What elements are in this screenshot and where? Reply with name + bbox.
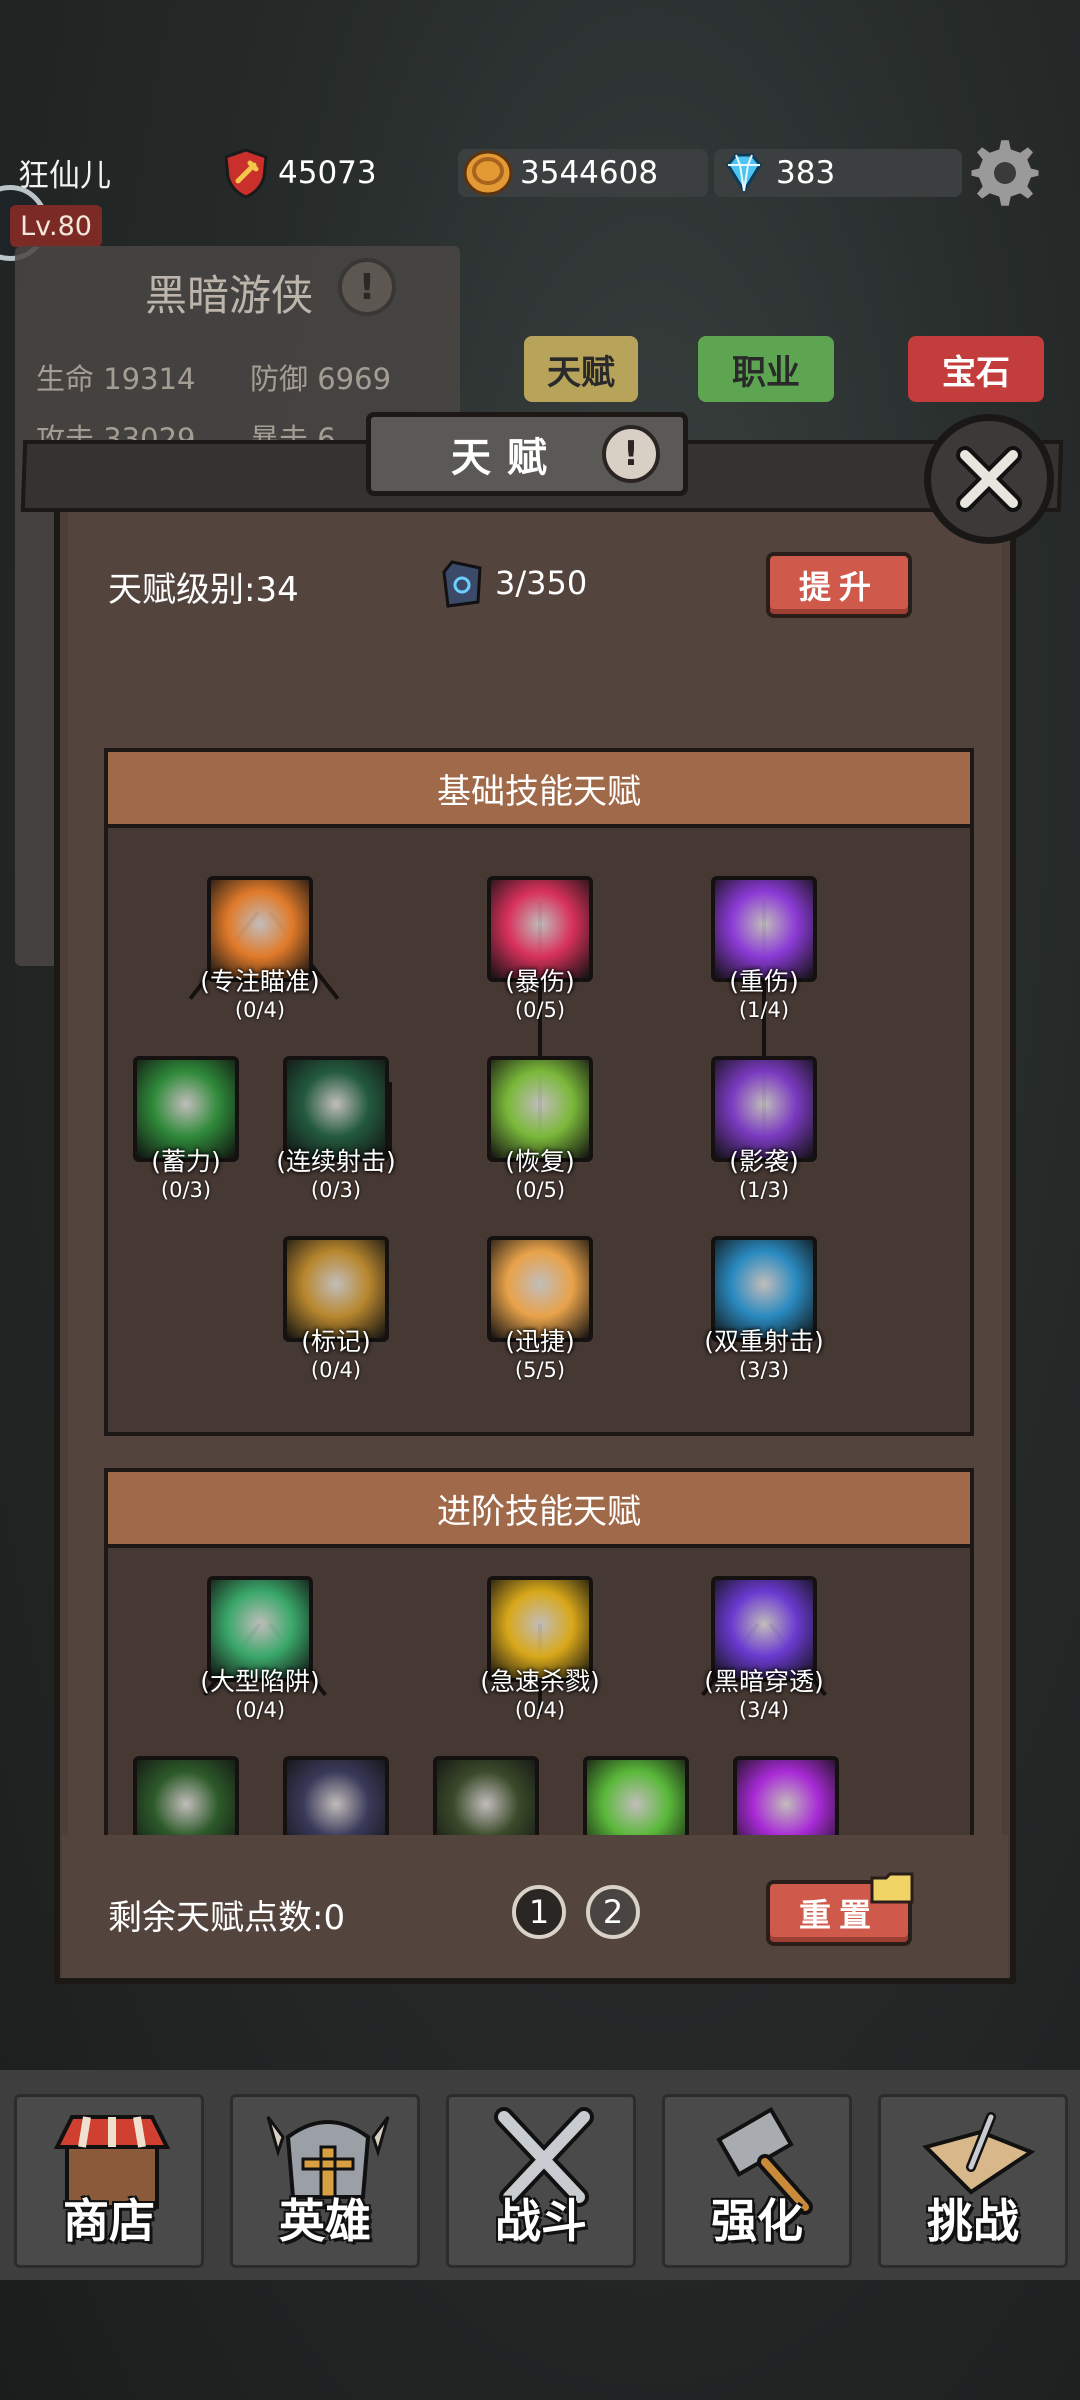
talent-node-count: (1/4) — [738, 998, 790, 1022]
talent-tree-scroll[interactable]: 基础技能天赋 (专注瞄准) (0/4) (暴伤) (0/5) (重伤) (1/4) (蓄力)… — [96, 730, 986, 1835]
top-bar: 狂仙儿 45073 3544608 383 — [0, 140, 1080, 210]
talent-node-count: (0/5) — [514, 1178, 566, 1202]
talent-shard-count: 3/350 — [495, 564, 588, 602]
hero-name: 黑暗游侠 — [145, 271, 314, 320]
nav-hero-label: 英雄 — [279, 2194, 371, 2248]
close-icon — [956, 446, 1022, 512]
player-name: 狂仙儿 — [18, 158, 111, 194]
gem-value: 383 — [776, 155, 836, 191]
basic-talent-section: 基础技能天赋 (专注瞄准) (0/4) (暴伤) (0/5) (重伤) (1/4) (蓄力)… — [104, 748, 974, 1436]
nav-shop[interactable]: 商店 — [14, 2094, 204, 2268]
coin-stat[interactable]: 3544608 — [458, 149, 708, 197]
tab-talent[interactable]: 天赋 — [524, 290, 638, 402]
talent-node-label: (黑暗穿透) — [704, 1667, 824, 1696]
nav-battle[interactable]: 战斗 — [446, 2094, 636, 2268]
remaining-points: 剩余天赋点数:0 — [108, 1898, 346, 1938]
talent-node-label: (标记) — [301, 1327, 371, 1356]
settings-gear-icon[interactable] — [970, 140, 1040, 210]
talent-node-label: (连续射击) — [276, 1147, 396, 1176]
talent-node-icon[interactable] — [733, 1756, 839, 1835]
talent-node-icon[interactable] — [283, 1756, 389, 1835]
hero-defense: 防御 6969 — [250, 362, 392, 396]
talent-node-count: (0/4) — [514, 1698, 566, 1722]
talent-node-count: (0/3) — [310, 1178, 362, 1202]
talent-node-count: (5/5) — [514, 1358, 566, 1382]
nav-upgrade[interactable]: 强化 — [662, 2094, 852, 2268]
basic-section-title: 基础技能天赋 — [108, 752, 970, 828]
talent-node-count: (0/4) — [234, 998, 286, 1022]
page-2-button[interactable]: 2 — [586, 1885, 640, 1939]
talent-node-icon[interactable] — [583, 1756, 689, 1835]
talent-node-count: (3/4) — [738, 1698, 790, 1722]
page-1-button[interactable]: 1 — [512, 1885, 566, 1939]
talent-node-label: (迅捷) — [505, 1327, 575, 1356]
diamond-icon — [726, 153, 762, 194]
close-button[interactable] — [924, 414, 1054, 544]
coin-icon — [463, 150, 513, 196]
talent-level: 天赋级别:34 — [108, 570, 299, 610]
talent-node-label: (暴伤) — [505, 967, 575, 996]
talent-node-label: (专注瞄准) — [200, 967, 320, 996]
nav-challenge[interactable]: 挑战 — [878, 2094, 1068, 2268]
talent-node-label: (恢复) — [505, 1147, 575, 1176]
advanced-talent-section: 进阶技能天赋 (大型陷阱) (0/4) (急速杀戮) (0/4) (黑暗穿透) (3/4) — [104, 1468, 974, 1835]
nav-battle-label: 战斗 — [495, 2194, 587, 2248]
talent-shard-icon — [442, 560, 482, 608]
talent-node-label: (重伤) — [729, 967, 799, 996]
coin-value: 3544608 — [520, 155, 659, 191]
tab-gem[interactable]: 宝石 — [908, 290, 1044, 402]
talent-node-icon[interactable] — [433, 1756, 539, 1835]
nav-hero[interactable]: 英雄 — [230, 2094, 420, 2268]
nav-shop-label: 商店 — [63, 2194, 155, 2248]
talent-node-label: (影袭) — [729, 1147, 799, 1176]
folder-icon — [870, 1872, 914, 1904]
tab-class-label: 职业 — [698, 336, 834, 402]
hero-info-icon[interactable]: ! — [338, 258, 396, 316]
dialog-title-text: 天赋 — [451, 435, 563, 481]
game-screen: 狂仙儿 45073 3544608 383 Lv.80 黑暗游侠 ! 生命 19… — [0, 0, 1080, 2400]
level-badge: Lv.80 — [10, 205, 102, 247]
gem-stat[interactable]: 383 — [714, 149, 962, 197]
talent-info-icon[interactable]: ! — [602, 425, 660, 483]
tab-gem-label: 宝石 — [908, 336, 1044, 402]
power-stat: 45073 — [216, 148, 416, 199]
power-shield-icon — [224, 148, 268, 199]
nav-challenge-label: 挑战 — [927, 2194, 1019, 2248]
talent-node-label: (双重射击) — [704, 1327, 824, 1356]
tab-class[interactable]: 职业 — [698, 290, 834, 402]
hero-hp: 生命 19314 — [36, 362, 196, 396]
talent-node-count: (0/5) — [514, 998, 566, 1022]
power-value: 45073 — [278, 155, 377, 191]
talent-node-icon[interactable] — [133, 1756, 239, 1835]
talent-node-count: (0/4) — [310, 1358, 362, 1382]
talent-node-count: (1/3) — [738, 1178, 790, 1202]
talent-node-count: (0/4) — [234, 1698, 286, 1722]
talent-node-count: (3/3) — [738, 1358, 790, 1382]
tab-talent-label: 天赋 — [524, 336, 638, 402]
advanced-section-title: 进阶技能天赋 — [108, 1472, 970, 1548]
talent-node-label: (急速杀戮) — [480, 1667, 600, 1696]
talent-node-label: (大型陷阱) — [200, 1667, 320, 1696]
upgrade-button[interactable]: 提升 — [766, 552, 912, 618]
nav-upgrade-label: 强化 — [711, 2194, 803, 2248]
